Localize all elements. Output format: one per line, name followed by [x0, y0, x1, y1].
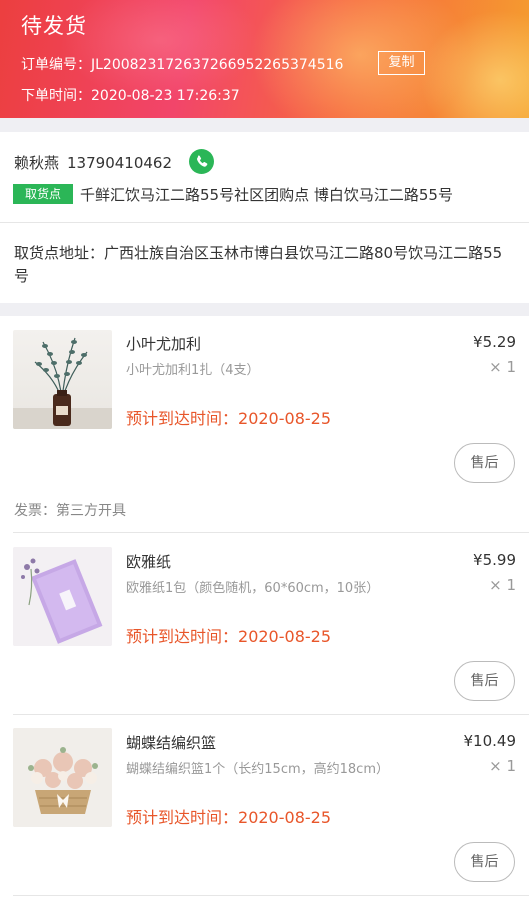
- pickup-address: 取货点地址：广西壮族自治区玉林市博白县饮马江二路80号饮马江二路55号: [14, 242, 514, 288]
- eta-date: 2020-08-25: [238, 409, 331, 428]
- copy-order-number-button[interactable]: 复制: [378, 51, 425, 75]
- product-spec: 蝴蝶结编织篮1个（长约15cm，高约18cm）: [126, 762, 389, 777]
- after-sale-button[interactable]: 售后: [454, 842, 515, 882]
- product-name: 小叶尤加利: [126, 335, 202, 353]
- phone-icon[interactable]: [189, 149, 214, 174]
- product-image[interactable]: [13, 547, 112, 646]
- order-time-row: 下单时间：2020-08-23 17:26:37: [21, 85, 240, 105]
- product-spec: 小叶尤加利1扎（4支）: [126, 363, 260, 378]
- product-quantity: × 1: [489, 576, 516, 594]
- eta-date: 2020-08-25: [238, 808, 331, 827]
- product-price: ¥5.29: [473, 333, 516, 351]
- product-name: 欧雅纸: [126, 553, 172, 571]
- product-price: ¥5.99: [473, 551, 516, 569]
- product-price: ¥10.49: [463, 732, 517, 750]
- contact-info: 赖秋燕 13790410462: [14, 152, 172, 173]
- product-name: 蝴蝶结编织篮: [126, 734, 217, 752]
- invoice-info: 发票：第三方开具: [14, 503, 126, 519]
- contact-phone: 13790410462: [67, 154, 172, 172]
- eta-label: 预计到达时间：: [126, 808, 239, 827]
- order-status-title: 待发货: [21, 14, 87, 38]
- estimated-arrival: 预计到达时间：2020-08-25: [126, 804, 331, 828]
- eta-date: 2020-08-25: [238, 627, 331, 646]
- order-number-row: 订单编号：JL200823172637266952265374516: [21, 54, 343, 74]
- product-quantity: × 1: [489, 757, 516, 775]
- order-time-label: 下单时间：: [21, 88, 91, 104]
- divider: [13, 532, 529, 533]
- eta-label: 预计到达时间：: [126, 627, 239, 646]
- pickup-point-tag: 取货点: [13, 184, 73, 204]
- after-sale-button[interactable]: 售后: [454, 443, 515, 483]
- divider: [13, 714, 529, 715]
- order-number-label: 订单编号：: [21, 57, 91, 73]
- order-status-header: 待发货 订单编号：JL200823172637266952265374516 复…: [0, 0, 529, 118]
- section-gap: [0, 303, 529, 316]
- after-sale-button[interactable]: 售后: [454, 661, 515, 701]
- section-gap: [0, 118, 529, 132]
- product-image[interactable]: [13, 728, 112, 827]
- order-number: JL200823172637266952265374516: [91, 57, 344, 73]
- pickup-point-name: 千鲜汇饮马江二路55号社区团购点 博白饮马江二路55号: [80, 186, 453, 204]
- order-time: 2020-08-23 17:26:37: [91, 88, 240, 104]
- product-spec: 欧雅纸1包（颜色随机，60*60cm，10张）: [126, 581, 380, 596]
- eta-label: 预计到达时间：: [126, 409, 239, 428]
- divider: [0, 222, 529, 223]
- product-quantity: × 1: [489, 358, 516, 376]
- product-image[interactable]: [13, 330, 112, 429]
- contact-name: 赖秋燕: [14, 154, 60, 172]
- divider: [13, 895, 529, 896]
- address-label: 取货点地址：: [14, 244, 105, 262]
- estimated-arrival: 预计到达时间：2020-08-25: [126, 405, 331, 429]
- estimated-arrival: 预计到达时间：2020-08-25: [126, 623, 331, 647]
